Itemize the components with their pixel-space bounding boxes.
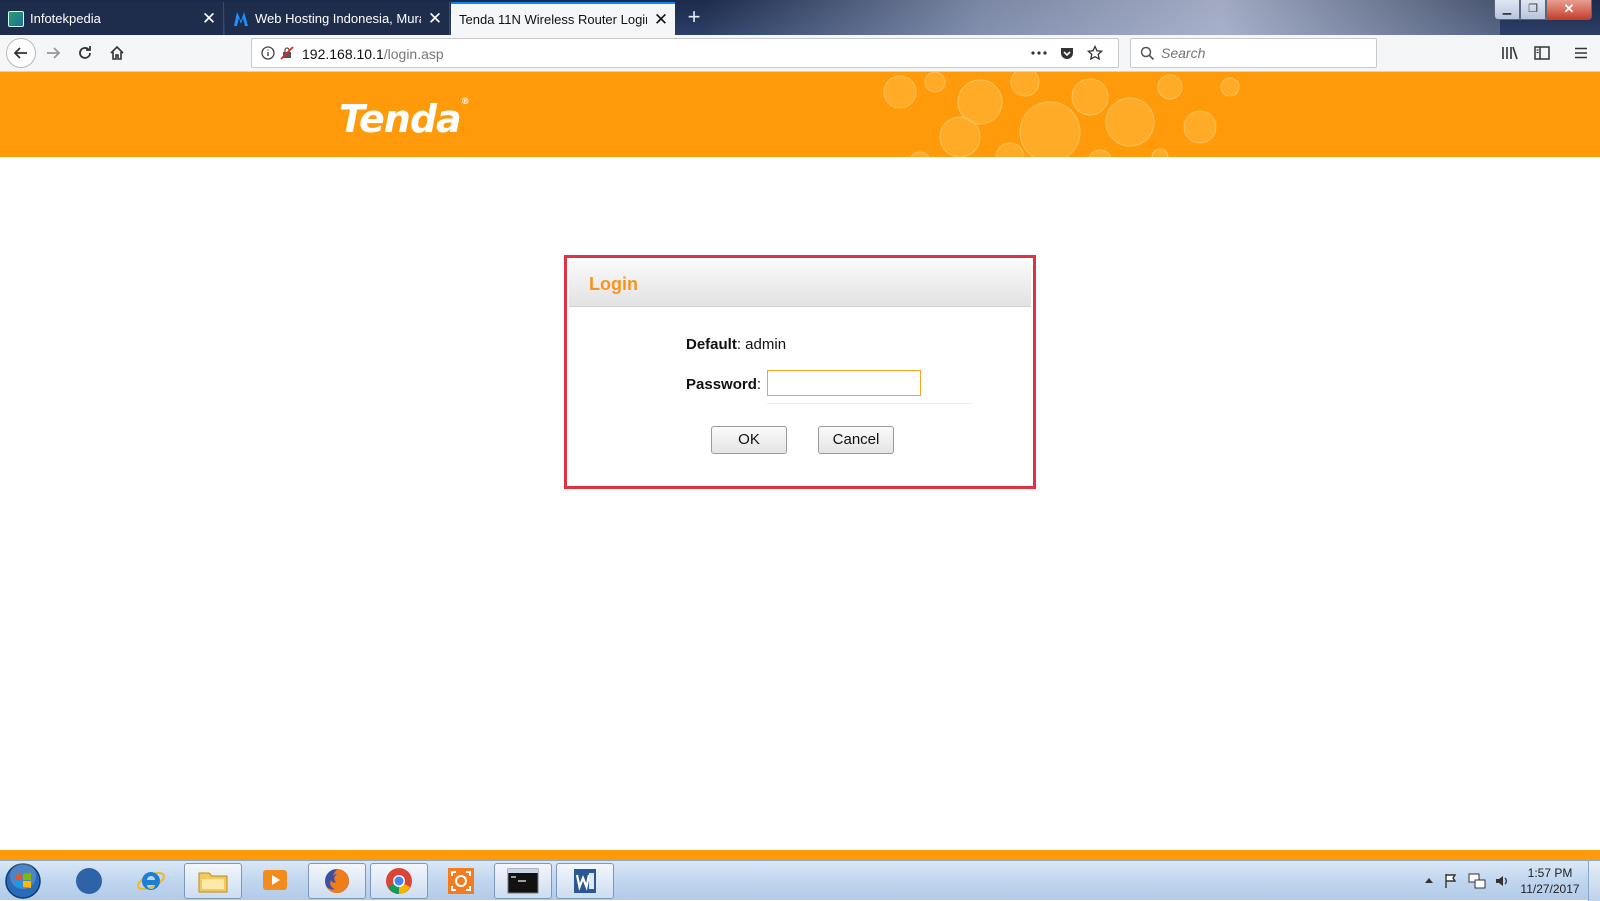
login-header: Login — [569, 260, 1031, 307]
screenshot-capture-icon — [448, 868, 474, 894]
arrow-left-icon — [13, 47, 27, 59]
password-colon: : — [756, 376, 762, 393]
sidebar-icon — [1534, 46, 1550, 60]
tab-infotekpedia[interactable]: Infotekpedia ✕ — [0, 2, 224, 35]
logo-text: Tenda — [339, 97, 462, 141]
insecure-connection-icon[interactable] — [279, 39, 295, 67]
clock-time: 1:57 PM — [1527, 866, 1573, 880]
firefox-icon — [325, 869, 349, 893]
url-host: 192.168.10.1 — [302, 46, 384, 62]
window-close-button[interactable]: ✕ — [1546, 0, 1592, 20]
taskbar-screenshot-tool[interactable] — [432, 863, 490, 899]
password-input[interactable] — [767, 370, 921, 396]
navigation-toolbar: 192.168.10.1/login.asp — [0, 35, 1600, 72]
pocket-icon[interactable] — [1056, 39, 1078, 67]
window-titlebar-glass — [700, 0, 1500, 35]
taskbar-firefox[interactable] — [308, 863, 366, 899]
page-footer-bar — [0, 850, 1600, 860]
hamburger-menu-icon — [1575, 47, 1587, 59]
url-text[interactable]: 192.168.10.1/login.asp — [302, 46, 444, 62]
home-button[interactable] — [102, 38, 132, 68]
forward-button[interactable] — [38, 38, 68, 68]
internet-explorer-icon — [137, 871, 165, 891]
tab-close-icon[interactable]: ✕ — [195, 2, 223, 35]
clock-date: 11/27/2017 — [1520, 882, 1580, 896]
action-center-flag-icon[interactable] — [1444, 873, 1458, 889]
address-bar[interactable]: 192.168.10.1/login.asp — [251, 38, 1119, 68]
show-desktop-button[interactable] — [1588, 861, 1600, 901]
windows-taskbar: 1:57 PM 11/27/2017 — [0, 860, 1600, 901]
default-credential-row: Default: admin — [686, 336, 786, 353]
volume-icon[interactable] — [1494, 873, 1510, 889]
login-title: Login — [589, 274, 638, 294]
cancel-button[interactable]: Cancel — [818, 426, 894, 454]
arrow-right-icon — [47, 47, 61, 59]
word-icon — [574, 869, 596, 893]
menu-button[interactable] — [1566, 38, 1596, 68]
reload-icon — [79, 46, 91, 59]
command-prompt-icon — [507, 868, 539, 894]
tab-title: Tenda 11N Wireless Router Login Sc — [459, 12, 647, 27]
password-divider — [767, 403, 973, 404]
sidebar-toggle-button[interactable] — [1527, 38, 1557, 68]
search-bar[interactable] — [1130, 38, 1377, 68]
info-icon[interactable] — [260, 39, 276, 67]
new-tab-button[interactable]: + — [683, 4, 705, 30]
window-restore-button[interactable]: ❐ — [1520, 0, 1546, 20]
tab-close-icon[interactable]: ✕ — [421, 2, 449, 35]
taskbar-moon-app[interactable] — [60, 863, 118, 899]
infotekpedia-favicon-icon — [8, 10, 24, 27]
tenda-header-banner: Tenda® — [0, 72, 1600, 157]
network-icon[interactable] — [1468, 872, 1486, 890]
taskbar-file-explorer[interactable] — [184, 863, 242, 899]
window-minimize-button[interactable]: ▁ — [1494, 0, 1520, 20]
chrome-icon — [386, 868, 412, 894]
tab-web-hosting[interactable]: Web Hosting Indonesia, Murah ✕ — [225, 2, 450, 35]
decorative-bubbles — [883, 72, 1240, 157]
start-button-windows-logo-icon[interactable] — [4, 862, 42, 900]
taskbar-chrome[interactable] — [370, 863, 428, 899]
library-icon — [1502, 46, 1518, 60]
tenda-logo: Tenda® — [339, 97, 470, 141]
url-path: /login.asp — [383, 46, 444, 62]
taskbar-command-prompt[interactable] — [494, 863, 552, 899]
browser-tab-strip: Infotekpedia ✕ Web Hosting Indonesia, Mu… — [0, 0, 1600, 35]
crescent-moon-icon — [76, 868, 102, 894]
tab-title: Web Hosting Indonesia, Murah — [255, 11, 421, 26]
page-actions-menu-icon[interactable] — [1028, 39, 1050, 67]
tab-tenda-login[interactable]: Tenda 11N Wireless Router Login Sc ✕ — [451, 2, 675, 35]
password-label-row: Password: — [686, 376, 761, 393]
library-button[interactable] — [1495, 38, 1525, 68]
back-button[interactable] — [6, 38, 36, 68]
home-icon — [110, 45, 124, 60]
logo-registered-mark: ® — [460, 97, 470, 107]
media-player-icon — [263, 870, 287, 890]
taskbar-microsoft-word[interactable] — [556, 863, 614, 899]
search-icon — [1140, 46, 1155, 61]
reload-button[interactable] — [70, 38, 100, 68]
show-hidden-icons-chevron-icon[interactable] — [1424, 876, 1434, 884]
bookmark-star-icon[interactable] — [1084, 39, 1106, 67]
taskbar-clock[interactable]: 1:57 PM 11/27/2017 — [1514, 865, 1586, 897]
tab-title: Infotekpedia — [30, 11, 101, 26]
niagahoster-favicon-icon — [233, 11, 249, 27]
search-input[interactable] — [1161, 43, 1361, 63]
taskbar-internet-explorer[interactable] — [122, 863, 180, 899]
default-value: : admin — [736, 336, 787, 353]
ok-button[interactable]: OK — [711, 426, 787, 454]
password-label: Password — [686, 376, 757, 393]
default-label: Default — [686, 336, 737, 353]
login-dialog: Login Default: admin Password: OK Cancel — [564, 255, 1036, 489]
tab-close-icon[interactable]: ✕ — [647, 3, 675, 36]
taskbar-media-player[interactable] — [246, 863, 304, 899]
folder-icon — [198, 872, 228, 893]
